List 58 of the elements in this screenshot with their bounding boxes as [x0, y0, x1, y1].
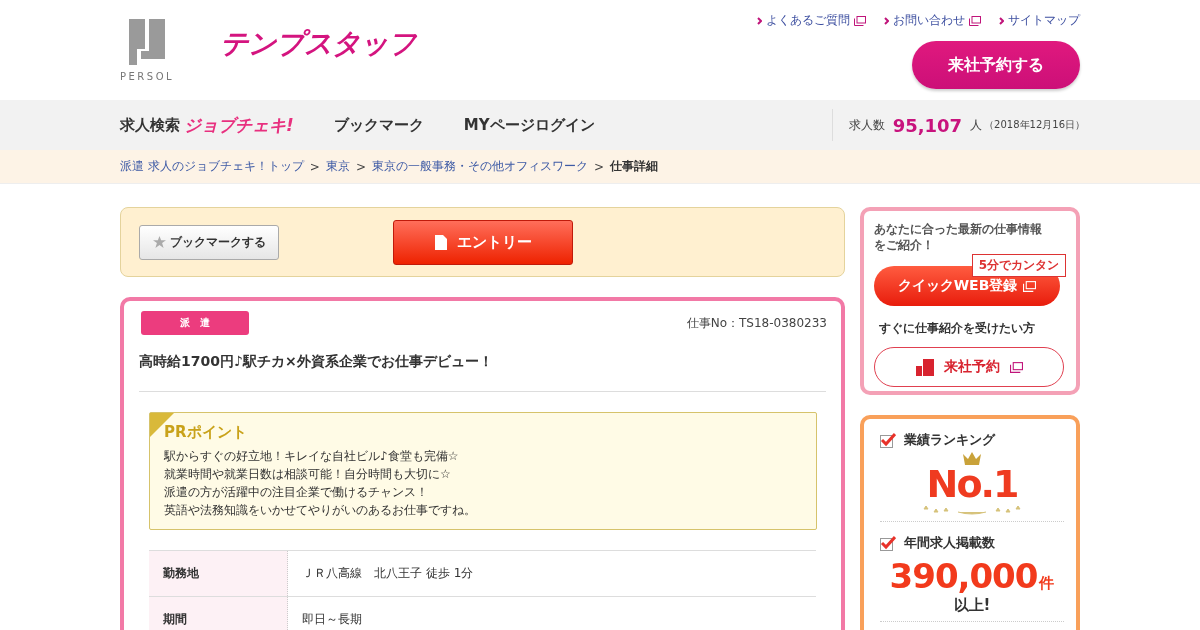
external-link-icon: [1023, 280, 1037, 292]
stat-unit: 件: [1039, 574, 1055, 593]
job-number: 仕事No：TS18-0380233: [686, 314, 827, 332]
job-count-label: 求人数: [848, 116, 885, 134]
header-link[interactable]: よくあるご質問: [757, 12, 866, 29]
chevron-icon: [884, 16, 889, 25]
persol-logo-icon: [127, 17, 168, 67]
breadcrumb-separator: >: [355, 159, 366, 174]
bookmark-button[interactable]: ブックマークする: [139, 224, 279, 260]
job-count-unit: 人: [970, 116, 983, 134]
chevron-icon: [757, 16, 762, 25]
check-icon: [880, 535, 896, 551]
pr-text: 駅からすぐの好立地！キレイな自社ビル♪食堂も完備☆: [164, 448, 460, 465]
job-count-date: （2018年12月16日）: [984, 118, 1085, 132]
stat-note: 以上!: [953, 596, 991, 615]
header-link[interactable]: サイトマップ: [999, 12, 1080, 29]
breadcrumb-link[interactable]: 東京: [325, 158, 350, 175]
breadcrumb-current: 仕事詳細: [610, 158, 658, 175]
stat-value: 390,000: [889, 556, 1038, 596]
job-title: 高時給1700円♪駅チカ×外資系企業でお仕事デビュー！: [139, 353, 826, 392]
stat-heading: 業績ランキング: [904, 431, 995, 449]
job-search-link[interactable]: 求人検索 ジョブチェキ!: [120, 113, 294, 137]
job-type-tag: 派 遣: [141, 311, 249, 335]
rank-value: No.1: [926, 465, 1018, 503]
job-count-value: 95,107: [892, 114, 963, 136]
external-link-icon: [854, 15, 866, 26]
promo-text: あなたに合った最新の仕事情報をご紹介！: [874, 221, 1043, 253]
star-icon: [152, 236, 166, 248]
document-icon: [434, 234, 447, 250]
visit-reserve-button[interactable]: 来社予約: [874, 347, 1064, 387]
header-link[interactable]: お問い合わせ: [884, 12, 981, 29]
breadcrumb-separator: >: [309, 159, 320, 174]
detail-label: 期間: [149, 596, 288, 630]
breadcrumb-link[interactable]: 派遣 求人のジョブチェキ！トップ: [120, 158, 304, 175]
stat-heading: 年間求人掲載数: [904, 534, 995, 552]
brand-logo: テンプスタッフ: [220, 26, 417, 62]
balloon-label: 5分でカンタン: [971, 254, 1066, 277]
check-icon: [880, 432, 896, 448]
breadcrumb-link[interactable]: 東京の一般事務・その他オフィスワーク: [371, 158, 588, 175]
pr-text: 英語や法務知識をいかせてやりがいのあるお仕事ですね。: [164, 502, 477, 519]
building-icon: [915, 358, 934, 376]
logo-text: PERSOL: [120, 71, 175, 82]
entry-button[interactable]: エントリー: [393, 219, 573, 265]
pr-text: 就業時間や就業日数は相談可能！自分時間も大切に☆: [164, 466, 452, 483]
nav-item[interactable]: MYページログイン: [463, 115, 595, 135]
pr-heading: PRポイント: [164, 423, 248, 442]
chevron-icon: [999, 16, 1004, 25]
reserve-button[interactable]: 来社予約する: [912, 41, 1080, 89]
nav-item[interactable]: ブックマーク: [333, 115, 424, 135]
pr-text: 派遣の方が活躍中の注目企業で働けるチャンス！: [164, 484, 429, 501]
external-link-icon: [1009, 361, 1023, 373]
external-link-icon: [969, 15, 981, 26]
breadcrumb-separator: >: [593, 159, 604, 174]
promo-subtext: すぐに仕事紹介を受けたい方: [879, 320, 1036, 337]
detail-value: ＪＲ八高線 北八王子 徒歩 1分: [287, 550, 816, 597]
detail-value: 即日～長期: [287, 596, 816, 630]
detail-label: 勤務地: [149, 550, 288, 597]
crown-icon: [962, 451, 982, 465]
